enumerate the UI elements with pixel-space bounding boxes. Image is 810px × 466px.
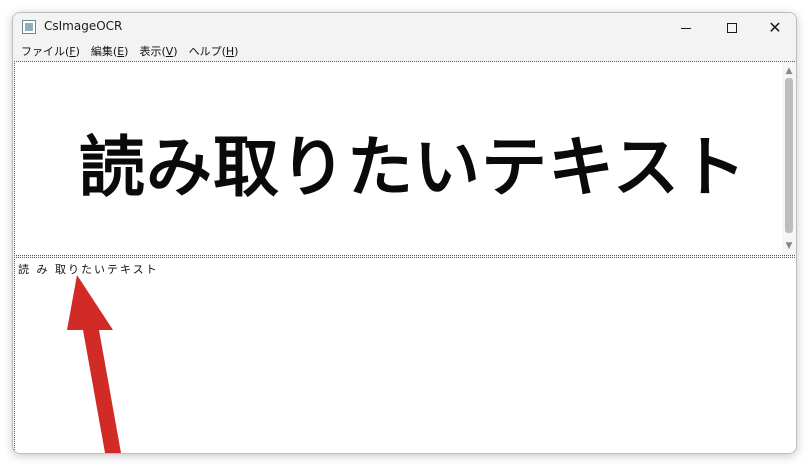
menu-file[interactable]: ファイル(F) [18,43,86,61]
minimize-icon [681,27,691,29]
menu-view[interactable]: 表示(V) [136,43,183,61]
annotation-arrow-icon [67,275,121,453]
maximize-button[interactable] [709,13,755,43]
image-text: 読み取りたいテキスト [79,128,748,206]
scroll-down-icon[interactable]: ▼ [782,239,796,253]
scroll-thumb[interactable] [785,78,793,233]
menu-help[interactable]: ヘルプ(H) [186,43,245,61]
window-title: CsImageOCR [44,19,123,33]
maximize-icon [727,23,737,33]
image-preview-pane[interactable]: 読み取りたいテキスト ▲ ▼ [14,61,796,256]
annotation-arrow-shape [67,275,121,453]
minimize-button[interactable] [663,13,709,43]
app-icon [22,20,36,34]
menu-bar: ファイル(F) 編集(E) 表示(V) ヘルプ(H) [13,43,796,61]
menu-edit[interactable]: 編集(E) [88,43,135,61]
scroll-up-icon[interactable]: ▲ [782,64,796,78]
title-bar[interactable]: CsImageOCR ✕ [13,13,796,43]
close-button[interactable]: ✕ [752,13,796,43]
vertical-scrollbar[interactable]: ▲ ▼ [782,62,796,255]
close-icon: ✕ [768,18,782,37]
